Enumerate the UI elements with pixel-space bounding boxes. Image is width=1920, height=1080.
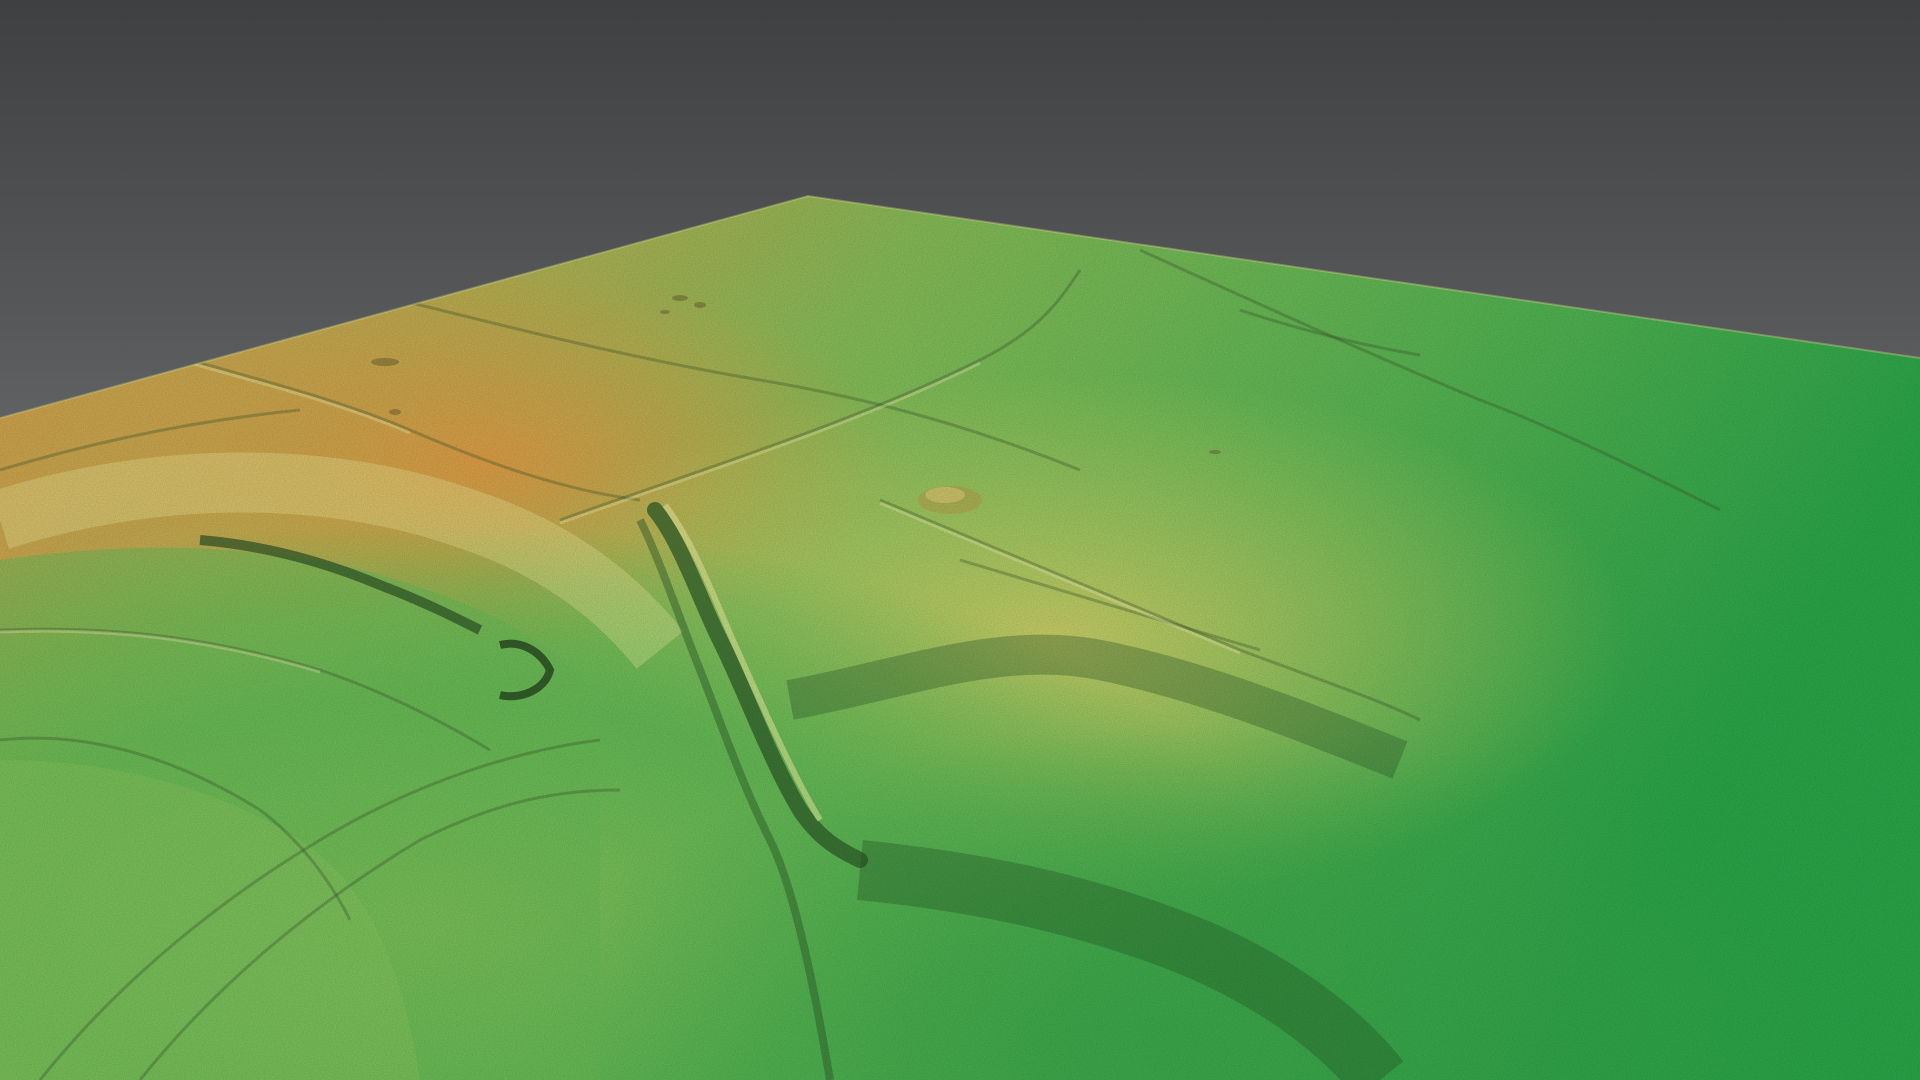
terrain-model[interactable] [0, 0, 1920, 1080]
terrain-surface [0, 196, 1920, 1080]
terrain-viewer-viewport[interactable] [0, 0, 1920, 1080]
